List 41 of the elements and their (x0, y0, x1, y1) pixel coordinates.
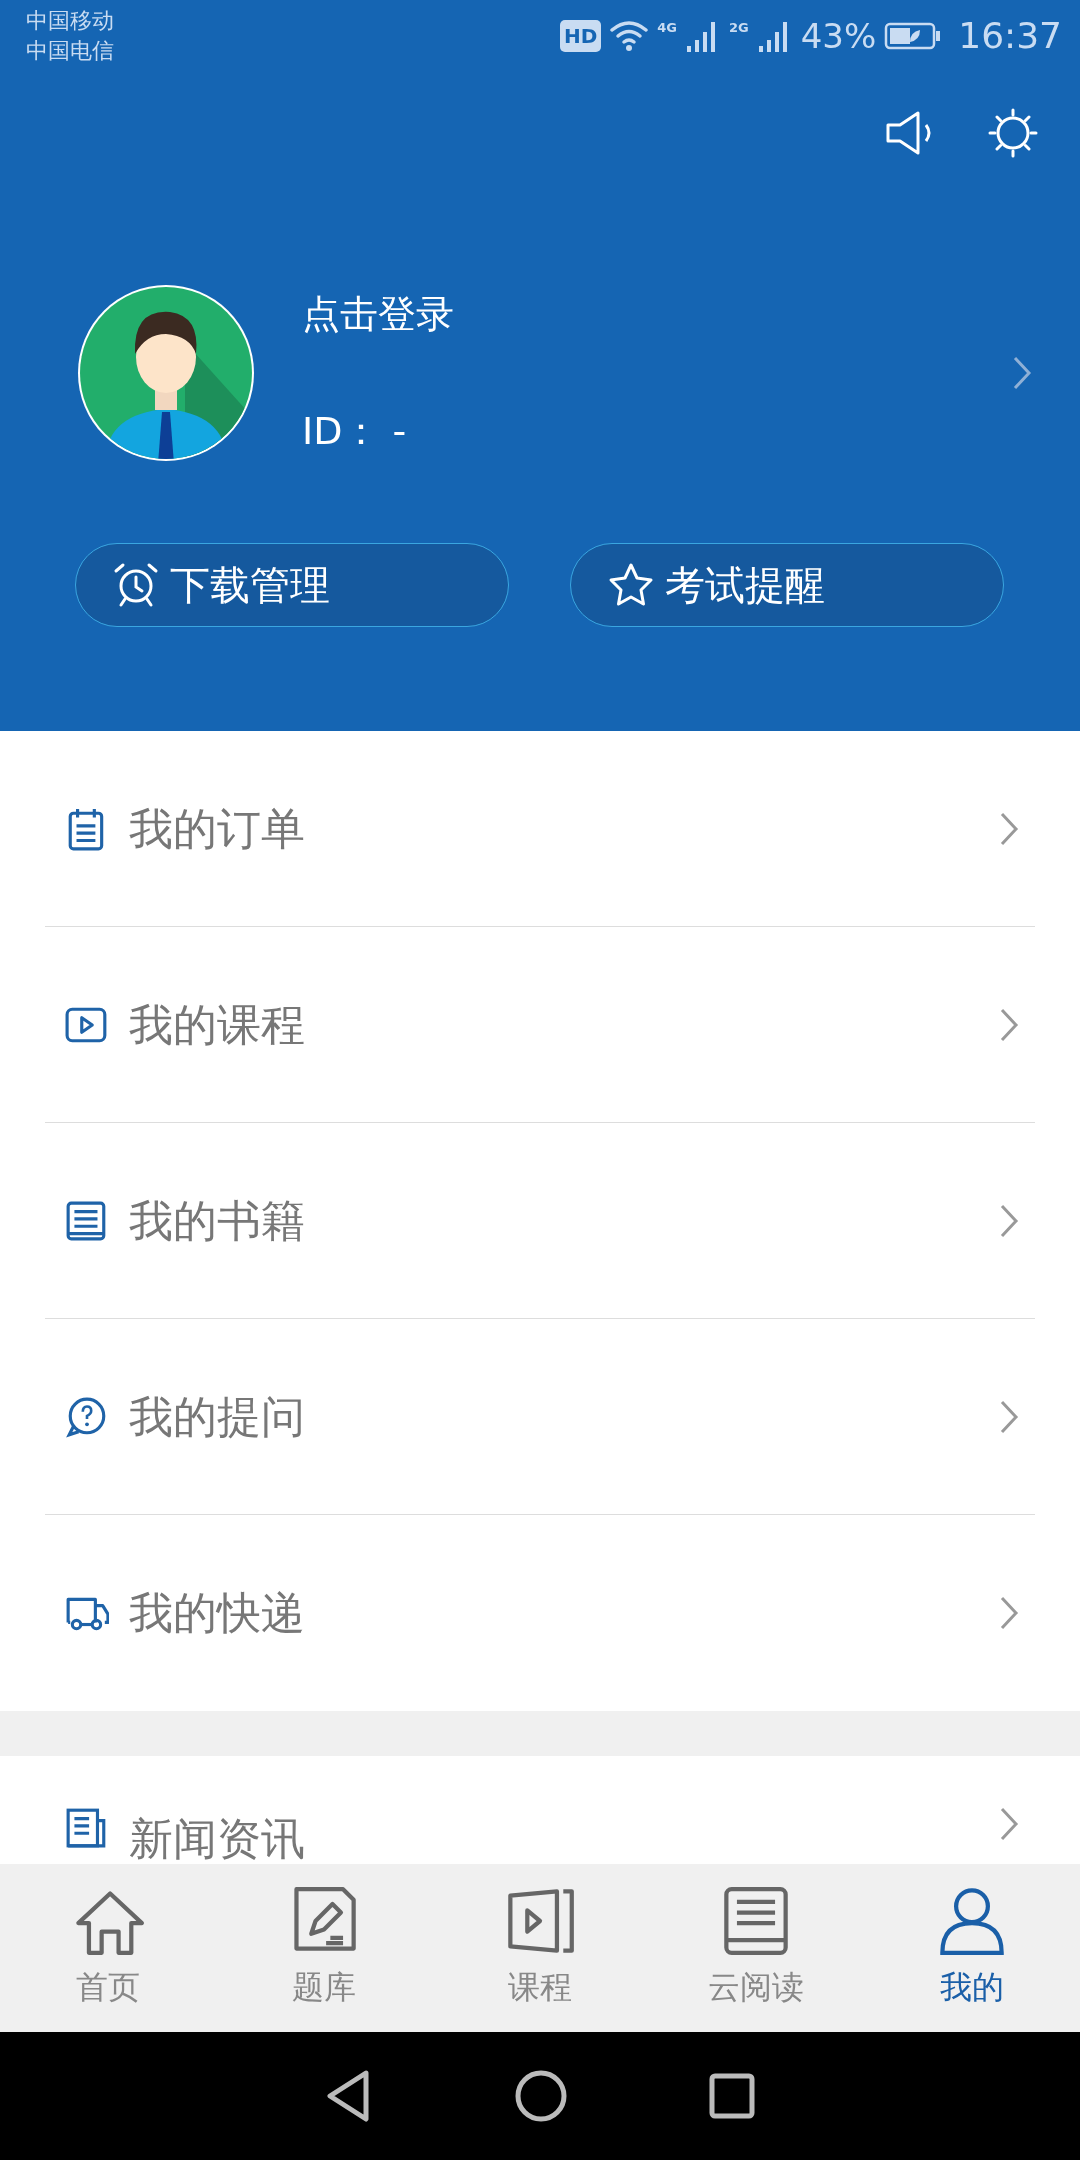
login-link[interactable]: 点击登录 (302, 286, 1012, 343)
menu-item[interactable]: 我的快递 (45, 1515, 1035, 1711)
menu-label: 我的提问 (129, 1389, 306, 1444)
clock-time: 16:37 (958, 14, 1062, 58)
battery-percent: 43% (800, 14, 877, 58)
hd-badge: HD (559, 20, 602, 52)
exam-reminder-button[interactable]: 考试提醒 (570, 543, 1004, 627)
chevron-icon (999, 1806, 1019, 1842)
tab[interactable]: 我的 (864, 1864, 1080, 2032)
network-label: 2G (728, 19, 749, 37)
network-label: 4G (657, 19, 677, 37)
download-manager-button[interactable]: 下载管理 (75, 543, 509, 627)
chevron-icon (999, 810, 1019, 847)
tab[interactable]: 首页 (0, 1864, 216, 2032)
tab[interactable]: 课程 (432, 1864, 648, 2032)
recents-icon[interactable] (708, 2072, 756, 2120)
avatar[interactable] (75, 282, 257, 464)
star-icon (607, 561, 655, 609)
tab[interactable]: 题库 (216, 1864, 432, 2032)
menu-label: 我的订单 (129, 801, 306, 856)
chevron-icon (999, 1595, 1019, 1631)
home-circle-icon[interactable] (514, 2069, 568, 2123)
menu-item[interactable]: 我的书籍 (45, 1123, 1035, 1319)
carrier-name: 中国移动 (26, 7, 114, 35)
tab[interactable]: 云阅读 (648, 1864, 864, 2032)
menu-item[interactable]: 我的提问 (45, 1319, 1035, 1515)
menu-item[interactable]: 我的订单 (45, 731, 1035, 927)
alarm-clock-icon (112, 561, 160, 609)
menu-label: 新闻资讯 (129, 1812, 306, 1864)
menu-label: 我的快递 (129, 1586, 306, 1640)
wifi-icon (609, 20, 650, 52)
chevron-icon[interactable] (1012, 355, 1032, 391)
chevron-icon (999, 1398, 1019, 1435)
menu-item[interactable]: 我的课程 (45, 927, 1035, 1123)
chevron-icon (999, 1202, 1019, 1239)
chevron-icon (999, 1006, 1019, 1043)
menu-label: 我的课程 (129, 997, 306, 1052)
user-id: ID： - (302, 408, 408, 455)
menu-label: 我的书籍 (129, 1193, 306, 1248)
carrier-name: 中国电信 (26, 37, 114, 65)
battery-icon (884, 21, 943, 51)
